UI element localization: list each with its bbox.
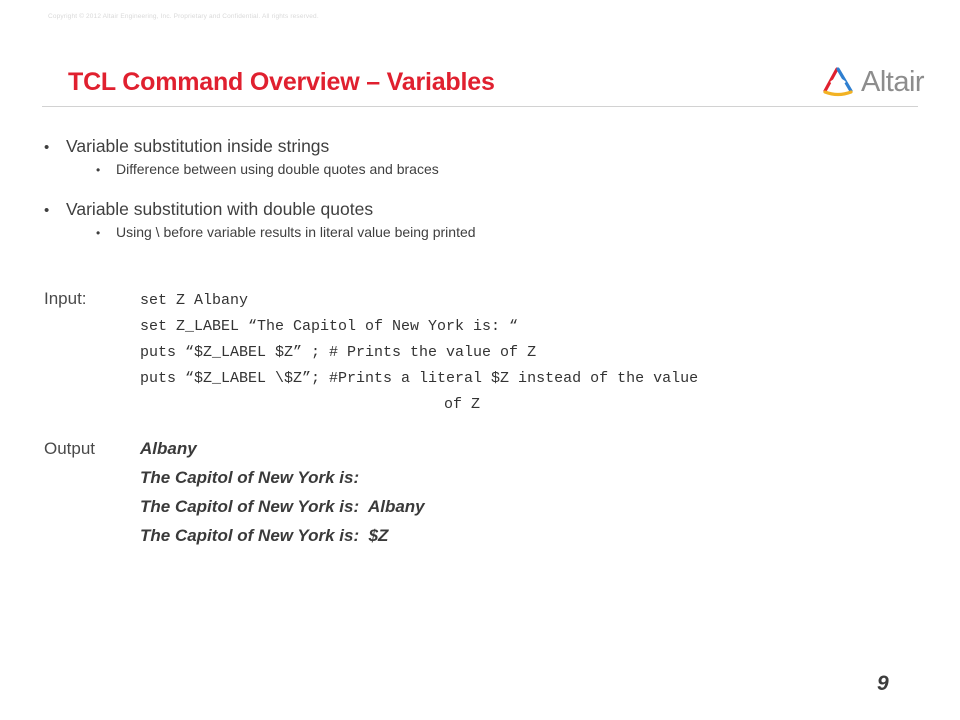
bullet-text-4: Using \ before variable results in liter… <box>116 224 476 240</box>
bullet-text-3: Variable substitution with double quotes <box>66 199 374 219</box>
copyright-notice: Copyright © 2012 Altair Engineering, Inc… <box>48 13 319 20</box>
bullet-list: • Variable substitution inside strings •… <box>44 136 804 244</box>
output-lines: Albany The Capitol of New York is: The C… <box>140 434 944 550</box>
code-line-4-wrap: of Z <box>443 396 480 413</box>
altair-triangle-icon <box>823 67 853 97</box>
input-block: Input: set Z Albany set Z_LABEL “The Cap… <box>44 288 944 418</box>
page-title: TCL Command Overview – Variables <box>68 68 495 96</box>
output-line-4: The Capitol of New York is: $Z <box>140 526 389 545</box>
input-label: Input: <box>44 289 87 308</box>
bullet-marker-icon: • <box>44 139 50 156</box>
output-row: Output Albany The Capitol of New York is… <box>44 434 944 550</box>
code-line-4: puts “$Z_LABEL \$Z”; #Prints a literal $… <box>140 370 699 387</box>
code-line-2: set Z_LABEL “The Capitol of New York is:… <box>140 318 519 335</box>
bullet-gap <box>44 181 804 199</box>
bullet-marker-icon: • <box>44 202 50 219</box>
input-code-lines: set Z Albany set Z_LABEL “The Capitol of… <box>140 288 944 418</box>
output-line-3: The Capitol of New York is: Albany <box>140 497 425 516</box>
bullet-marker-icon: • <box>96 163 101 177</box>
bullet-item-4: • Using \ before variable results in lit… <box>44 224 804 240</box>
title-divider <box>42 106 918 107</box>
input-row: Input: set Z Albany set Z_LABEL “The Cap… <box>44 288 944 418</box>
bullet-text-2: Difference between using double quotes a… <box>116 161 439 177</box>
page-number: 9 <box>877 672 889 695</box>
code-line-1: set Z Albany <box>140 292 249 309</box>
bullet-item-2: • Difference between using double quotes… <box>44 161 804 177</box>
bullet-item-3: • Variable substitution with double quot… <box>44 199 804 220</box>
bullet-marker-icon: • <box>96 226 101 240</box>
code-line-3: puts “$Z_LABEL $Z” ; # Prints the value … <box>140 344 537 361</box>
bullet-item-1: • Variable substitution inside strings <box>44 136 804 157</box>
output-line-2: The Capitol of New York is: <box>140 468 360 487</box>
output-label: Output <box>44 439 96 458</box>
altair-wordmark: Altair <box>861 65 925 98</box>
bullet-text-1: Variable substitution inside strings <box>66 136 330 156</box>
altair-logo: Altair <box>818 62 950 102</box>
output-block: Output Albany The Capitol of New York is… <box>44 434 944 550</box>
output-line-1: Albany <box>140 439 197 458</box>
